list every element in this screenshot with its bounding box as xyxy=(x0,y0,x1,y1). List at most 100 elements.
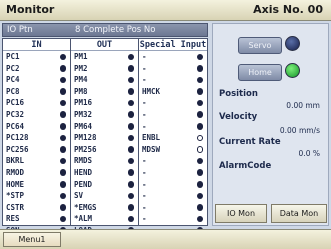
axis-number: Axis No. 00 xyxy=(253,3,323,16)
home-status-led xyxy=(285,63,300,78)
output-signal: PM16 xyxy=(71,97,138,109)
monitor-screen: Monitor Axis No. 00 IO Ptn 8 Complete Po… xyxy=(0,0,331,249)
output-signal: PM8 xyxy=(71,86,138,98)
input-signal: PC8 xyxy=(3,86,70,98)
input-signal-label: PC16 xyxy=(6,98,25,108)
alarm-code-label: AlarmCode xyxy=(219,161,272,171)
signal-state-indicator xyxy=(127,215,134,223)
signal-state-indicator xyxy=(196,88,203,95)
output-signal: SV xyxy=(71,190,138,202)
input-signal: PC64 xyxy=(3,121,70,133)
input-signal-label: PC4 xyxy=(6,75,20,85)
input-signal: PC256 xyxy=(3,144,70,156)
data-monitor-button[interactable]: Data Mon xyxy=(271,204,327,223)
input-signal: PC4 xyxy=(3,74,70,86)
input-signal-label: RMOD xyxy=(6,167,25,177)
signal-state-indicator xyxy=(196,146,203,153)
servo-button[interactable]: Servo xyxy=(238,37,282,54)
signal-state-indicator xyxy=(127,157,134,165)
special-signal-label: - xyxy=(142,63,147,73)
output-signal-label: PM32 xyxy=(74,109,93,119)
current-rate-label: Current Rate xyxy=(219,137,281,147)
special-signal-label: - xyxy=(142,214,147,224)
special-signal: - xyxy=(139,202,207,214)
input-signal: PC2 xyxy=(3,63,70,75)
input-signal-label: CSTR xyxy=(6,202,25,212)
output-signal: PM1 xyxy=(71,51,138,63)
io-pattern-label: IO Ptn xyxy=(7,25,33,35)
input-signal-label: RES xyxy=(6,214,20,224)
special-signal: - xyxy=(139,121,207,133)
signal-state-indicator xyxy=(59,146,66,153)
special-input-column-header: Special Input xyxy=(139,40,207,51)
input-signal-label: PC32 xyxy=(6,109,25,119)
output-signal-label: PM16 xyxy=(74,98,93,108)
signal-state-indicator xyxy=(196,157,203,165)
signal-state-indicator xyxy=(59,192,66,200)
output-signal: RMDS xyxy=(71,155,138,167)
special-signal-label: - xyxy=(142,75,147,85)
input-signal-label: PC8 xyxy=(6,86,20,96)
special-signal: MDSW xyxy=(139,144,207,156)
special-signal: - xyxy=(139,74,207,86)
signal-state-indicator xyxy=(59,204,66,211)
input-signal: RES xyxy=(3,213,70,225)
signal-state-indicator xyxy=(127,76,134,84)
velocity-value: 0.00 mm/s xyxy=(279,126,320,135)
status-panel: Servo Home Position 0.00 mm Velocity 0.0… xyxy=(212,23,329,226)
signal-state-indicator xyxy=(127,146,134,153)
signal-state-indicator xyxy=(59,88,66,95)
signal-state-indicator xyxy=(127,192,134,200)
output-signal: HEND xyxy=(71,167,138,179)
signal-state-indicator xyxy=(196,192,203,200)
input-signal-label: PC1 xyxy=(6,52,20,61)
output-signal-label: PM8 xyxy=(74,86,88,96)
signal-state-indicator xyxy=(127,53,134,60)
output-signal: PM256 xyxy=(71,144,138,156)
input-signal: PC16 xyxy=(3,97,70,109)
output-signal-label: *EMGS xyxy=(74,202,97,212)
special-signal: - xyxy=(139,167,207,179)
output-signal: *ALM xyxy=(71,213,138,225)
special-signal: ENBL xyxy=(139,132,207,144)
signal-state-indicator xyxy=(59,76,66,84)
input-signal-label: PC256 xyxy=(6,144,29,154)
output-column-header: OUT xyxy=(71,39,138,51)
input-signal: HOME xyxy=(3,179,70,191)
signal-state-indicator xyxy=(59,53,66,60)
signal-state-indicator xyxy=(127,123,134,130)
io-signal-table: IN PC1 PC2 PC4 PC8 PC16 PC32 PC64 PC128 PC256 BKR… xyxy=(2,38,208,235)
input-signal-label: PC128 xyxy=(6,133,29,143)
home-button[interactable]: Home xyxy=(238,64,282,81)
output-signal-label: PM2 xyxy=(74,63,88,73)
input-signal: BKRL xyxy=(3,155,70,167)
input-signal-label: *STP xyxy=(6,191,25,201)
signal-state-indicator xyxy=(127,181,134,188)
screen-title: Monitor xyxy=(6,3,55,16)
special-signal: - xyxy=(139,155,207,167)
velocity-label: Velocity xyxy=(219,112,258,122)
output-signal-label: PM1 xyxy=(74,52,88,61)
input-signal: PC128 xyxy=(3,132,70,144)
special-signal: - xyxy=(139,97,207,109)
signal-state-indicator xyxy=(196,99,203,107)
input-signal: PC32 xyxy=(3,109,70,121)
special-input-column: Special Input ---HMCK---ENBLMDSW------- xyxy=(138,39,207,235)
signal-state-indicator xyxy=(127,65,134,72)
signal-state-indicator xyxy=(59,99,66,107)
position-label: Position xyxy=(219,89,258,99)
io-monitor-button[interactable]: IO Mon xyxy=(215,204,267,223)
input-signal-label: PC2 xyxy=(6,63,20,73)
special-signal-label: - xyxy=(142,191,147,201)
servo-status-led xyxy=(285,36,300,51)
signal-state-indicator xyxy=(59,169,66,176)
special-signal: - xyxy=(139,51,207,63)
current-rate-value: 0.0 % xyxy=(298,149,320,158)
signal-state-indicator xyxy=(127,111,134,118)
menu-button[interactable]: Menu1 xyxy=(3,232,61,247)
output-signal: PM2 xyxy=(71,63,138,75)
output-signal: PEND xyxy=(71,179,138,191)
io-pattern-header: IO Ptn 8 Complete Pos No xyxy=(2,23,208,37)
special-signal-label: - xyxy=(142,167,147,177)
special-signal: - xyxy=(139,213,207,225)
